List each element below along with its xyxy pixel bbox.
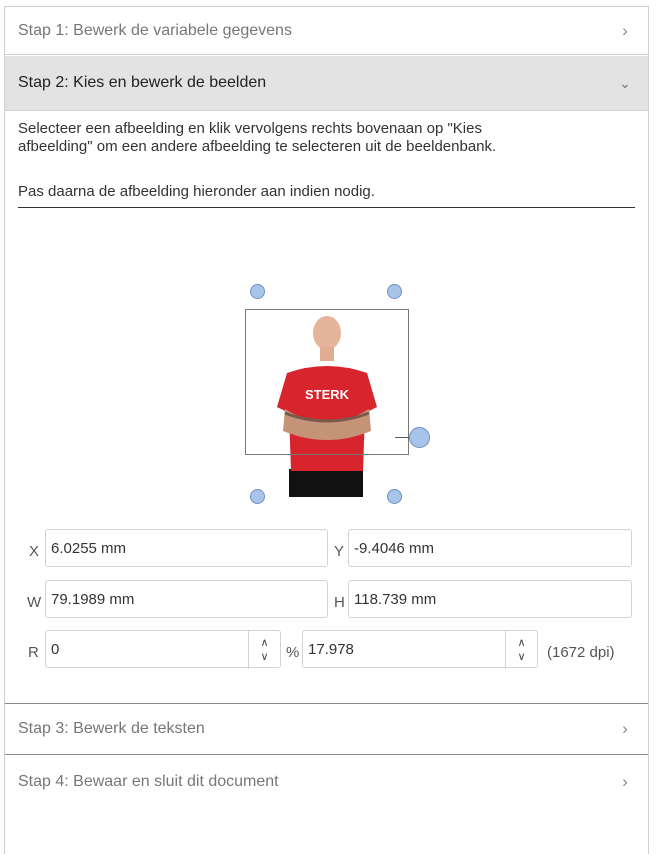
rotation-value: 0 <box>51 640 60 658</box>
h-label: H <box>334 594 345 611</box>
step-1-label: Stap 1: Bewerk de variabele gegevens <box>18 21 292 39</box>
step-1-header[interactable]: Stap 1: Bewerk de variabele gegevens › <box>5 7 648 55</box>
step-4-header[interactable]: Stap 4: Bewaar en sluit dit document › <box>5 756 648 808</box>
step-2-label: Stap 2: Kies en bewerk de beelden <box>18 74 267 91</box>
dpi-readout: (1672 dpi) <box>547 644 615 661</box>
instruction-line-1: Selecteer een afbeelding en klik vervolg… <box>18 120 482 137</box>
spin-up-icon[interactable]: ∧ <box>517 636 525 650</box>
scale-label: % <box>286 644 300 661</box>
y-value: -9.4046 mm <box>354 539 435 557</box>
step-4-label: Stap 4: Bewaar en sluit dit document <box>18 773 279 790</box>
step-2-instruction-adjust: Pas daarna de afbeelding hieronder aan i… <box>18 183 375 200</box>
spin-down-icon[interactable]: ∨ <box>260 650 268 664</box>
step-3-label: Stap 3: Bewerk de teksten <box>18 720 205 737</box>
divider <box>18 207 635 208</box>
step-3-header[interactable]: Stap 3: Bewerk de teksten › <box>5 703 648 755</box>
y-input[interactable]: -9.4046 mm <box>348 529 632 567</box>
w-value: 79.1989 mm <box>51 590 135 608</box>
resize-handle-top-right[interactable] <box>387 284 402 299</box>
spin-down-icon[interactable]: ∨ <box>517 650 525 664</box>
rotation-input[interactable]: 0 ∧ ∨ <box>45 630 281 669</box>
scale-input[interactable]: 17.978 ∧ ∨ <box>302 630 538 669</box>
resize-handle-top-left[interactable] <box>250 284 265 299</box>
w-label: W <box>27 594 42 611</box>
chevron-down-icon: ⌄ <box>619 74 631 91</box>
w-input[interactable]: 79.1989 mm <box>45 580 328 618</box>
x-input[interactable]: 6.0255 mm <box>45 529 328 567</box>
h-input[interactable]: 118.739 mm <box>348 580 632 618</box>
x-label: X <box>29 543 40 560</box>
h-value: 118.739 mm <box>354 590 437 608</box>
scale-value: 17.978 <box>308 640 354 658</box>
rotation-stepper[interactable]: ∧ ∨ <box>248 631 280 669</box>
image-bounds <box>245 309 409 455</box>
rotate-handle[interactable] <box>409 427 430 448</box>
scale-stepper[interactable]: ∧ ∨ <box>505 631 537 669</box>
r-label: R <box>28 644 39 661</box>
x-value: 6.0255 mm <box>51 539 127 557</box>
instruction-line-2: afbeelding" om een andere afbeelding te … <box>18 138 497 155</box>
image-crop-frame[interactable]: STERK <box>245 309 409 497</box>
chevron-right-icon: › <box>622 772 628 791</box>
y-label: Y <box>334 543 345 560</box>
step-2-header[interactable]: Stap 2: Kies en bewerk de beelden ⌄ <box>5 56 648 111</box>
spin-up-icon[interactable]: ∧ <box>260 636 268 650</box>
chevron-right-icon: › <box>622 719 628 738</box>
step-2-instruction: Selecteer een afbeelding en klik vervolg… <box>18 120 618 156</box>
chevron-right-icon: › <box>622 20 628 40</box>
steps-panel: Stap 1: Bewerk de variabele gegevens › S… <box>4 6 649 854</box>
